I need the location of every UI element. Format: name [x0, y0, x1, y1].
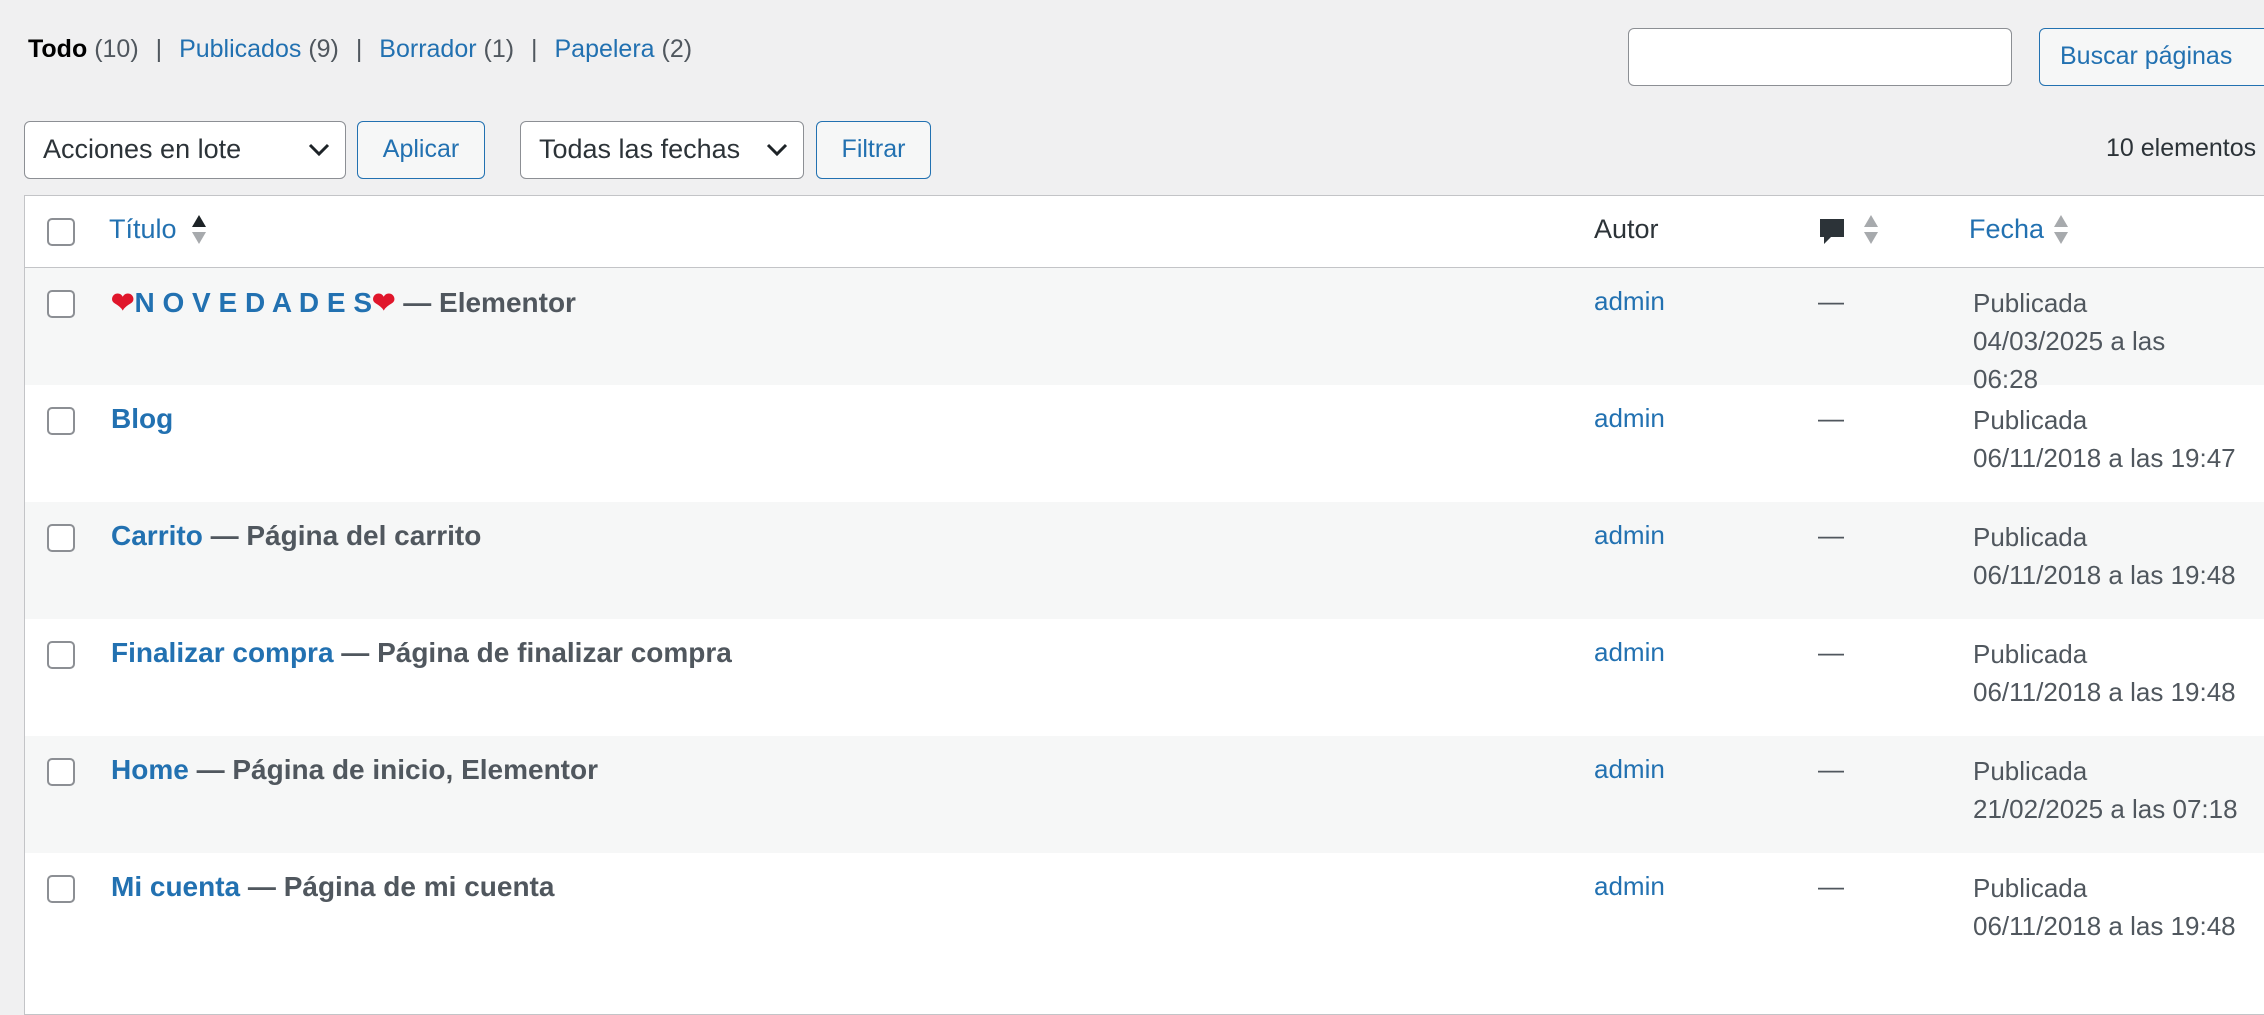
sort-arrows-icon[interactable] — [1863, 213, 1879, 247]
separator: | — [355, 35, 363, 63]
column-author-header: Autor — [1594, 214, 1659, 244]
filter-all-count: (10) — [94, 35, 139, 63]
row-date-line1: 06/11/2018 a las 19:48 — [1973, 560, 2236, 590]
row-comments: — — [1818, 637, 1844, 667]
row-date-line1: 06/11/2018 a las 19:47 — [1973, 443, 2236, 473]
row-title: Blog — [111, 403, 173, 435]
column-date-header[interactable]: Fecha — [1969, 214, 2044, 245]
row-post-state: — Página de inicio, Elementor — [188, 754, 598, 785]
items-count: 10 elementos — [2106, 134, 2257, 162]
chevron-down-icon — [766, 143, 788, 157]
dates-value: Todas las fechas — [539, 134, 741, 164]
column-title-header[interactable]: Título — [109, 214, 177, 245]
filter-draft-count: (1) — [483, 35, 515, 63]
row-checkbox[interactable] — [47, 875, 75, 903]
dates-select[interactable]: Todas las fechas — [520, 121, 804, 179]
row-post-state: — Página del carrito — [202, 520, 482, 551]
select-all-checkbox[interactable] — [47, 218, 75, 246]
row-date: Publicada 06/11/2018 a las 19:48 — [1973, 518, 2236, 594]
row-checkbox[interactable] — [47, 290, 75, 318]
apply-button[interactable]: Aplicar — [357, 121, 485, 179]
filter-button[interactable]: Filtrar — [816, 121, 931, 179]
row-comments: — — [1818, 871, 1844, 901]
chevron-down-icon — [308, 143, 330, 157]
filter-published-link[interactable]: Publicados — [179, 35, 301, 63]
row-checkbox[interactable] — [47, 641, 75, 669]
separator: | — [155, 35, 163, 63]
row-comments: — — [1818, 520, 1844, 550]
search-pages-button[interactable]: Buscar páginas — [2039, 28, 2264, 86]
table-row: Home — Página de inicio, Elementor admin… — [25, 736, 2264, 853]
row-post-state: — Elementor — [395, 287, 576, 318]
row-date: Publicada 06/11/2018 a las 19:47 — [1973, 401, 2236, 477]
filter-all-link[interactable]: Todo — [28, 35, 87, 63]
row-date-status: Publicada — [1973, 288, 2088, 318]
row-title: ❤N O V E D A D E S❤ — Elementor — [111, 286, 576, 319]
row-author-link[interactable]: admin — [1594, 520, 1665, 551]
row-title: Mi cuenta — Página de mi cuenta — [111, 871, 554, 903]
status-filter-links: Todo (10) | Publicados (9) | Borrador (1… — [28, 32, 692, 66]
row-title-link[interactable]: Mi cuenta — [111, 871, 240, 902]
separator: | — [531, 35, 538, 63]
row-date-line1: 06/11/2018 a las 19:48 — [1973, 911, 2236, 941]
row-title: Home — Página de inicio, Elementor — [111, 754, 598, 786]
row-title-link[interactable]: Blog — [111, 403, 173, 434]
search-input[interactable] — [1628, 28, 2012, 86]
row-author-link[interactable]: admin — [1594, 871, 1665, 902]
bulk-actions-value: Acciones en lote — [43, 134, 242, 164]
row-post-state: — Página de mi cuenta — [240, 871, 555, 902]
heart-icon: ❤ — [372, 287, 396, 318]
row-comments: — — [1818, 286, 1844, 316]
row-date-line1: 06/11/2018 a las 19:48 — [1973, 677, 2236, 707]
row-date: Publicada 21/02/2025 a las 07:18 — [1973, 752, 2238, 828]
row-checkbox[interactable] — [47, 758, 75, 786]
sort-arrows-icon[interactable] — [191, 213, 207, 247]
heart-icon: ❤ — [111, 287, 135, 318]
row-post-state: — Página de finalizar compra — [333, 637, 732, 668]
table-header: Título Autor Fecha — [25, 196, 2264, 268]
row-title-link[interactable]: Finalizar compra — [111, 637, 334, 668]
row-date-status: Publicada — [1973, 405, 2088, 435]
row-comments: — — [1818, 754, 1844, 784]
filter-published-count: (9) — [308, 35, 339, 63]
filter-draft-link[interactable]: Borrador — [379, 35, 476, 63]
row-date-status: Publicada — [1973, 522, 2088, 552]
row-checkbox[interactable] — [47, 524, 75, 552]
row-author-link[interactable]: admin — [1594, 403, 1665, 434]
row-date-status: Publicada — [1973, 756, 2088, 786]
row-author-link[interactable]: admin — [1594, 754, 1665, 785]
table-row: Finalizar compra — Página de finalizar c… — [25, 619, 2264, 736]
row-date: Publicada 06/11/2018 a las 19:48 — [1973, 635, 2236, 711]
row-checkbox[interactable] — [47, 407, 75, 435]
row-date-line1: 21/02/2025 a las 07:18 — [1973, 794, 2238, 824]
pages-table: Título Autor Fecha ❤N O V E D A D E S❤ —… — [24, 195, 2264, 1015]
row-date-status: Publicada — [1973, 639, 2088, 669]
comment-bubble-icon[interactable] — [1817, 216, 1847, 248]
row-date: Publicada 04/03/2025 a las 06:28 — [1973, 284, 2165, 398]
row-title-link[interactable]: N O V E D A D E S — [134, 287, 372, 318]
table-row: ❤N O V E D A D E S❤ — Elementor admin — … — [25, 268, 2264, 394]
table-row: Carrito — Página del carrito admin — Pub… — [25, 502, 2264, 619]
table-row: Blog admin — Publicada 06/11/2018 a las … — [25, 385, 2264, 502]
row-date-status: Publicada — [1973, 873, 2088, 903]
table-row: Mi cuenta — Página de mi cuenta admin — … — [25, 853, 2264, 970]
filter-trash-count: (2) — [661, 35, 693, 63]
row-date: Publicada 06/11/2018 a las 19:48 — [1973, 869, 2236, 945]
sort-arrows-icon[interactable] — [2053, 213, 2069, 247]
row-title: Carrito — Página del carrito — [111, 520, 481, 552]
row-comments: — — [1818, 403, 1844, 433]
filter-trash-link[interactable]: Papelera — [554, 35, 654, 63]
row-title: Finalizar compra — Página de finalizar c… — [111, 637, 732, 669]
row-title-link[interactable]: Home — [111, 754, 189, 785]
row-author-link[interactable]: admin — [1594, 286, 1665, 317]
bulk-actions-select[interactable]: Acciones en lote — [24, 121, 346, 179]
row-date-line1: 04/03/2025 a las — [1973, 326, 2166, 356]
row-title-link[interactable]: Carrito — [111, 520, 203, 551]
row-author-link[interactable]: admin — [1594, 637, 1665, 668]
